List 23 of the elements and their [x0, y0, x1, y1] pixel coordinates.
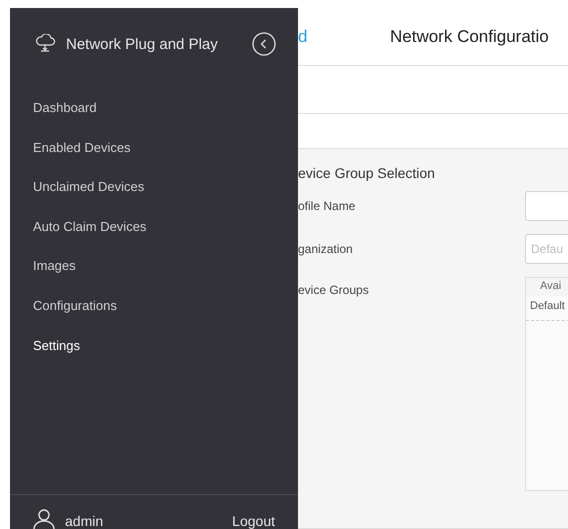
field-label: ofile Name: [298, 198, 356, 215]
nav-item[interactable]: Images: [10, 246, 298, 286]
organization-field[interactable]: Defau: [525, 234, 568, 264]
app-title: Network Plug and Play: [66, 36, 219, 52]
collapse-icon[interactable]: [252, 32, 276, 56]
nav-item[interactable]: Unclaimed Devices: [10, 167, 298, 207]
nav-item[interactable]: Configurations: [10, 286, 298, 326]
page-title: Network Configuratio: [390, 26, 549, 46]
logout-link[interactable]: Logout: [232, 513, 275, 529]
nav-item[interactable]: Auto Claim Devices: [10, 206, 298, 246]
section-title: evice Group Selection: [298, 164, 436, 183]
nav-item[interactable]: Dashboard: [10, 88, 298, 128]
nav-item[interactable]: Enabled Devices: [10, 128, 298, 168]
list-header: Avai: [539, 279, 562, 294]
device-group-list[interactable]: Avai Default: [525, 277, 568, 491]
field-label: evice Groups: [298, 282, 370, 299]
user-name: admin: [65, 513, 104, 529]
cloud-icon: [34, 34, 56, 54]
field-label: ganization: [298, 241, 354, 258]
list-item[interactable]: Default: [526, 296, 568, 321]
profile-name-field[interactable]: [525, 191, 568, 221]
user-icon: [33, 509, 55, 529]
nav-item[interactable]: Settings: [10, 326, 298, 366]
